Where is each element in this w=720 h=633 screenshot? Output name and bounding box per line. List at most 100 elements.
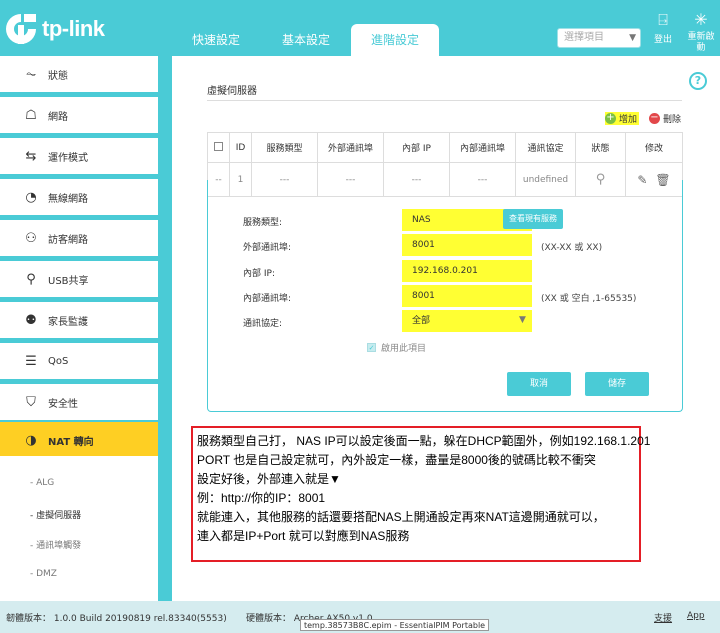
protocol-select[interactable]: 全部 xyxy=(402,310,532,332)
sidebar-item-operation-mode[interactable]: ⇆ 運作模式 xyxy=(0,138,158,174)
col-internal-port: 內部通訊埠 xyxy=(449,132,516,163)
chevron-down-icon: ▼ xyxy=(519,315,526,325)
table-header-row: ID 服務類型 外部通訊埠 內部 IP 內部通訊埠 通訊協定 狀態 修改 xyxy=(207,132,683,163)
reboot-icon: ✳ xyxy=(694,10,708,29)
delete-button[interactable]: − 刪除 xyxy=(649,112,681,125)
app-link[interactable]: App xyxy=(687,611,705,621)
language-select-value: 選擇項目 xyxy=(564,32,604,43)
annotation-line: PORT 也是自己設定就可，內外設定一樣，盡量是8000後的號碼比較不衝突 xyxy=(197,453,596,467)
add-button[interactable]: + 增加 xyxy=(605,112,640,125)
footer: 韌體版本： 1.0.0 Build 20190819 rel.83340(555… xyxy=(0,601,720,633)
sidebar-item-label: 家長監護 xyxy=(48,316,88,328)
logout-label: 登出 xyxy=(653,35,672,45)
select-all-cell[interactable] xyxy=(207,132,230,163)
submenu-item-label: ALG xyxy=(36,478,55,488)
brand-name: tp-link xyxy=(42,16,105,41)
nat-icon: ◑ xyxy=(25,432,37,448)
reboot-label: 重新啟動 xyxy=(687,32,715,53)
external-port-hint: (XX-XX 或 XX) xyxy=(541,243,603,253)
select-all-checkbox[interactable] xyxy=(214,141,223,151)
add-label: 增加 xyxy=(619,115,638,125)
logout-button[interactable]: ⍈ 登出 xyxy=(646,10,680,45)
sidebar-item-wireless[interactable]: ◔ 無線網路 xyxy=(0,179,158,215)
sidebar-item-label: 無線網路 xyxy=(48,193,88,205)
pulse-icon: ⏦ xyxy=(25,66,37,82)
submenu-item-label: DMZ xyxy=(36,569,57,579)
language-select[interactable]: 選擇項目 ▼ xyxy=(557,28,641,48)
title-divider xyxy=(207,100,682,101)
submenu-item-label: 通訊埠觸發 xyxy=(36,541,82,551)
usb-icon: ⚲ xyxy=(26,271,36,287)
sidebar-item-label: 運作模式 xyxy=(48,152,88,164)
tab-quick-setup[interactable]: 快速設定 xyxy=(180,24,252,56)
help-icon[interactable]: ? xyxy=(689,72,707,90)
enable-entry-row[interactable]: ✓ 啟用此項目 xyxy=(367,341,426,354)
tab-basic-settings[interactable]: 基本設定 xyxy=(270,24,342,56)
sidebar-item-label: USB共享 xyxy=(48,275,89,287)
view-existing-services-button[interactable]: 查看現有服務 xyxy=(503,209,563,229)
sidebar-item-parental-controls[interactable]: ⚉ 家長監護 xyxy=(0,302,158,338)
tp-link-logo: tp-link xyxy=(4,12,105,46)
service-type-label: 服務類型: xyxy=(243,218,283,228)
annotation-line: 服務類型自己打， NAS IP可以設定後面一點，躲在DHCP範圍外，例如192.… xyxy=(197,434,651,448)
cancel-button[interactable]: 取消 xyxy=(507,372,571,396)
sidebar-item-label: QoS xyxy=(48,355,69,367)
minus-icon: − xyxy=(649,112,660,124)
sidebar-item-label: 訪客網路 xyxy=(48,234,88,246)
submenu-item-label: 虛擬伺服器 xyxy=(36,511,82,521)
sidebar-item-security[interactable]: ⛉ 安全性 xyxy=(0,384,158,420)
annotation-line: 設定好後，外部連入就是▼ xyxy=(197,472,341,486)
col-service-type: 服務類型 xyxy=(251,132,318,163)
switch-mode-icon: ⇆ xyxy=(25,148,37,164)
col-internal-ip: 內部 IP xyxy=(383,132,450,163)
delete-label: 刪除 xyxy=(663,115,682,125)
guest-icon: ⚇ xyxy=(25,230,37,246)
main-panel: ? 虛擬伺服器 + 增加 − 刪除 ID 服務類型 外部通訊埠 內部 IP 內部… xyxy=(172,56,720,601)
network-icon: ☖ xyxy=(25,107,37,123)
sidebar-item-usb-sharing[interactable]: ⚲ USB共享 xyxy=(0,261,158,297)
submenu-item-dmz[interactable]: - DMZ xyxy=(30,569,57,579)
shield-icon: ⛉ xyxy=(26,394,36,410)
sidebar-item-guest-network[interactable]: ⚇ 訪客網路 xyxy=(0,220,158,256)
submenu-item-alg[interactable]: - ALG xyxy=(30,478,54,488)
enable-checkbox[interactable]: ✓ xyxy=(367,343,376,352)
support-link[interactable]: 支援 xyxy=(654,611,672,624)
tab-advanced-settings[interactable]: 進階設定 xyxy=(351,24,439,56)
taskbar-tooltip: temp.38573B8C.epim - EssentialPIM Portab… xyxy=(300,619,490,631)
chevron-down-icon: ▼ xyxy=(629,33,636,43)
plus-icon: + xyxy=(605,112,616,124)
external-port-label: 外部通訊埠: xyxy=(243,243,292,253)
annotation-line: 就能連入，其他服務的話還要搭配NAS上開通設定再來NAT這邊開通就可以， xyxy=(197,510,605,524)
internal-port-input[interactable]: 8001 xyxy=(402,285,532,307)
sidebar-item-qos[interactable]: ☰ QoS xyxy=(0,343,158,379)
protocol-label: 通訊協定: xyxy=(243,319,283,329)
col-protocol: 通訊協定 xyxy=(515,132,576,163)
reboot-button[interactable]: ✳ 重新啟動 xyxy=(684,10,718,54)
sidebar-item-label: 安全性 xyxy=(48,398,78,410)
enable-label: 啟用此項目 xyxy=(381,344,427,354)
save-button[interactable]: 儲存 xyxy=(585,372,649,396)
submenu-item-virtual-server[interactable]: - 虛擬伺服器 xyxy=(30,508,81,521)
col-external-port: 外部通訊埠 xyxy=(317,132,384,163)
internal-ip-input[interactable]: 192.168.0.201 xyxy=(402,260,532,282)
annotation-line: 連入都是IP+Port 就可以對應到NAS服務 xyxy=(197,529,410,543)
annotation-note: 服務類型自己打， NAS IP可以設定後面一點，躲在DHCP範圍外，例如192.… xyxy=(191,426,651,562)
page-title: 虛擬伺服器 xyxy=(207,86,257,97)
sidebar-item-label: 狀態 xyxy=(48,70,68,82)
parental-icon: ⚉ xyxy=(25,312,37,328)
external-port-input[interactable]: 8001 xyxy=(402,234,532,256)
sidebar: ⏦ 狀態 ☖ 網路 ⇆ 運作模式 ◔ 無線網路 ⚇ 訪客網路 ⚲ USB共享 ⚉ 家長監護 ☰… xyxy=(0,56,160,601)
sidebar-item-network[interactable]: ☖ 網路 xyxy=(0,97,158,133)
internal-port-hint: (XX 或 空白 ,1-65535) xyxy=(541,294,637,304)
nat-submenu: - ALG - 虛擬伺服器 - 通訊埠觸發 - DMZ xyxy=(0,456,158,601)
sidebar-item-nat-forwarding[interactable]: ◑ NAT 轉向 xyxy=(0,422,158,458)
sidebar-item-label: 網路 xyxy=(48,111,68,123)
internal-ip-label: 內部 IP: xyxy=(243,269,275,279)
header-bar: tp-link 快速設定 基本設定 進階設定 選擇項目 ▼ ⍈ 登出 ✳ 重新啟… xyxy=(0,0,720,56)
qos-icon: ☰ xyxy=(25,353,37,369)
submenu-item-port-triggering[interactable]: - 通訊埠觸發 xyxy=(30,538,81,551)
firmware-version: 韌體版本： 1.0.0 Build 20190819 rel.83340(555… xyxy=(6,614,227,624)
sidebar-item-label: NAT 轉向 xyxy=(48,436,94,448)
sidebar-item-status[interactable]: ⏦ 狀態 xyxy=(0,56,158,92)
wifi-icon: ◔ xyxy=(25,189,37,205)
